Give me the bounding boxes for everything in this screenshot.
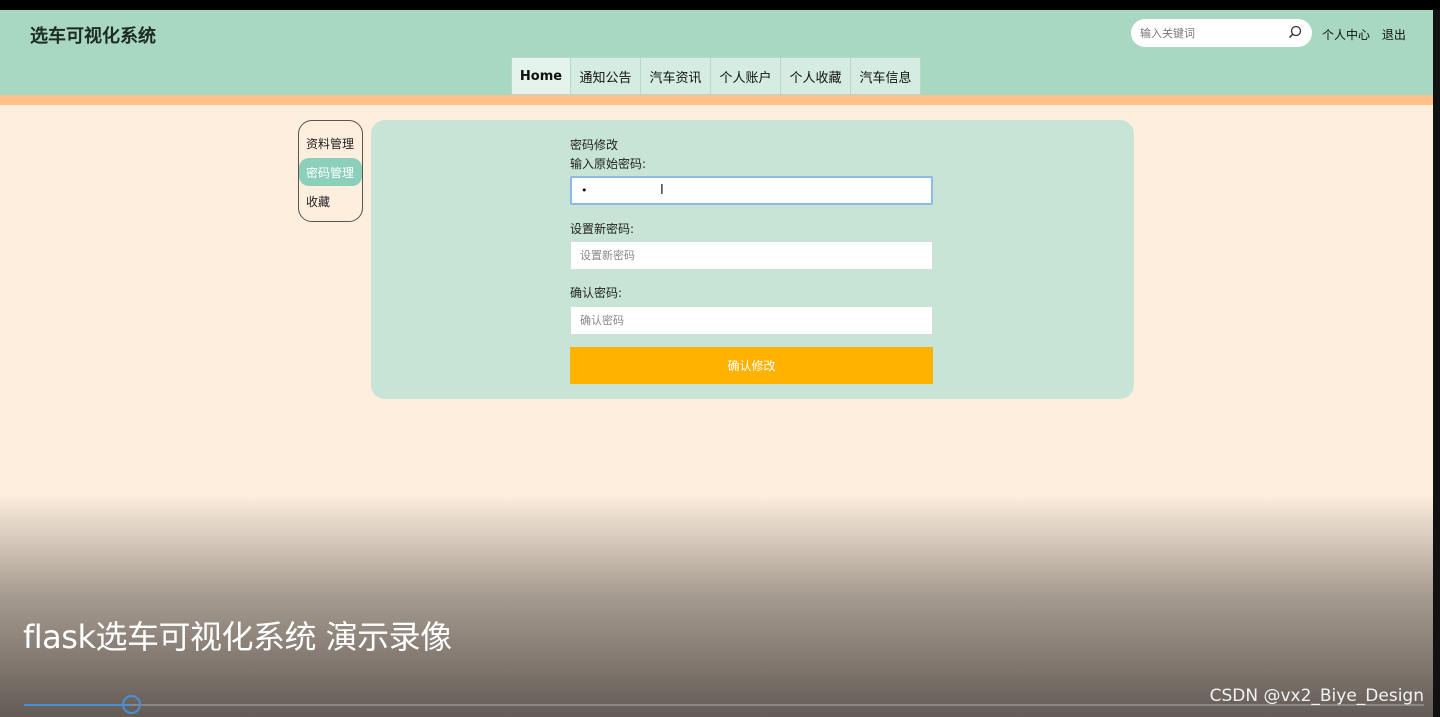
side-item-profile[interactable]: 资料管理 [299, 129, 362, 157]
search-box[interactable] [1131, 19, 1312, 47]
nav-item-account[interactable]: 个人账户 [711, 57, 781, 95]
progress-knob-icon[interactable] [121, 695, 141, 714]
search-input[interactable] [1140, 24, 1280, 42]
new-password-label: 设置新密码: [570, 222, 635, 236]
side-menu: 资料管理 密码管理 收藏 [298, 120, 363, 222]
window-edge [1433, 10, 1440, 717]
nav-item-car-news[interactable]: 汽车资讯 [641, 57, 711, 95]
new-password-input[interactable] [571, 242, 932, 269]
accent-bar [0, 95, 1440, 105]
old-password-input[interactable] [572, 178, 931, 203]
confirm-password-input[interactable] [571, 307, 932, 334]
user-links: 个人中心 退出 [1322, 26, 1414, 43]
top-bar [0, 0, 1440, 10]
confirm-change-button[interactable]: 确认修改 [570, 347, 933, 384]
password-panel: 密码修改 输入原始密码: I 设置新密码: 确认密码: 确认修改 [371, 120, 1134, 399]
confirm-password-label: 确认密码: [570, 286, 623, 300]
side-item-favorites[interactable]: 收藏 [299, 187, 362, 215]
main-nav: Home 通知公告 汽车资讯 个人账户 个人收藏 汽车信息 [511, 57, 921, 95]
side-item-password[interactable]: 密码管理 [299, 158, 362, 186]
nav-item-car-info[interactable]: 汽车信息 [851, 57, 921, 95]
new-password-field[interactable] [570, 241, 933, 270]
text-cursor-icon: I [660, 183, 664, 198]
video-overlay [0, 495, 1440, 717]
old-password-label: 输入原始密码: [570, 157, 647, 171]
nav-item-notices[interactable]: 通知公告 [571, 57, 641, 95]
watermark: CSDN @vx2_Biye_Design [1209, 686, 1424, 706]
old-password-field[interactable] [570, 176, 933, 205]
confirm-password-field[interactable] [570, 306, 933, 335]
search-icon[interactable] [1288, 25, 1302, 39]
nav-item-home[interactable]: Home [511, 57, 571, 95]
video-title: flask选车可视化系统 演示录像 [23, 618, 452, 656]
nav-item-favorites[interactable]: 个人收藏 [781, 57, 851, 95]
user-center-link[interactable]: 个人中心 [1322, 28, 1370, 42]
video-progress-fill [24, 704, 132, 706]
logout-link[interactable]: 退出 [1382, 28, 1406, 42]
brand-title: 选车可视化系统 [30, 26, 156, 47]
form-title: 密码修改 [570, 138, 619, 152]
header: 选车可视化系统 个人中心 退出 Home 通知公告 汽车资讯 个人账户 个人收藏… [0, 10, 1440, 95]
